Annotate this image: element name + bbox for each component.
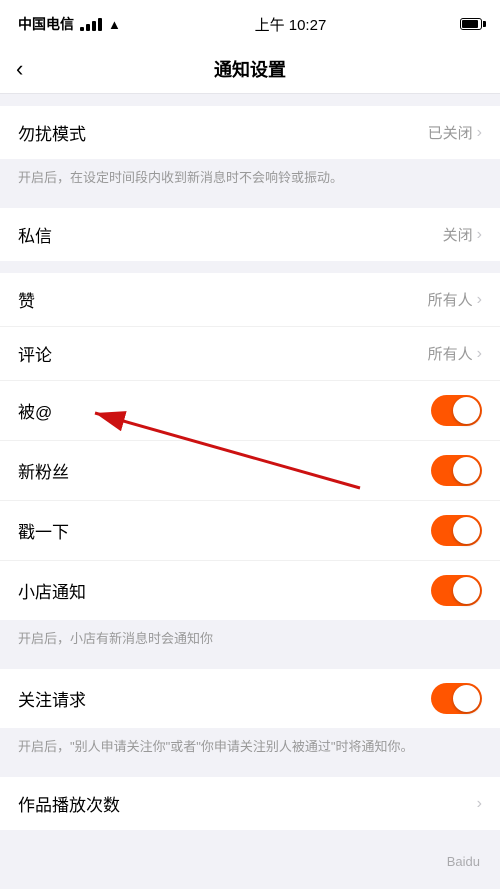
row-label-comment: 评论 [18, 341, 52, 366]
chevron-icon-donotdisturb: › [477, 124, 482, 142]
wifi-icon: ▲ [108, 17, 121, 32]
row-value-comment: 所有人 › [428, 343, 482, 364]
watermark: Baidu [447, 854, 480, 869]
section-playcount: 作品播放次数 › [0, 777, 500, 830]
row-label-dm: 私信 [18, 222, 52, 247]
row-value-playcount: › [477, 795, 482, 813]
toggle-mention[interactable] [431, 395, 482, 426]
toggle-thumb-shop [453, 577, 480, 604]
back-icon: ‹ [16, 56, 23, 82]
row-poke[interactable]: 戳一下 [0, 501, 500, 561]
battery-icon [460, 18, 482, 30]
toggle-thumb-poke [453, 517, 480, 544]
row-follow[interactable]: 关注请求 [0, 669, 500, 728]
toggle-thumb-newfans [453, 457, 480, 484]
row-playcount[interactable]: 作品播放次数 › [0, 777, 500, 830]
desc-follow: 开启后，"别人申请关注你"或者"你申请关注别人被通过"时将通知你。 [0, 728, 500, 765]
main-content: 勿扰模式 已关闭 › 开启后，在设定时间段内收到新消息时不会响铃或振动。 私信 … [0, 106, 500, 830]
row-dm[interactable]: 私信 关闭 › [0, 208, 500, 261]
row-label-donotdisturb: 勿扰模式 [18, 120, 86, 145]
row-label-like: 赞 [18, 287, 35, 312]
row-donotdisturb[interactable]: 勿扰模式 已关闭 › [0, 106, 500, 159]
chevron-icon-dm: › [477, 226, 482, 244]
row-label-newfans: 新粉丝 [18, 458, 69, 483]
row-comment[interactable]: 评论 所有人 › [0, 327, 500, 381]
back-button[interactable]: ‹ [16, 56, 23, 82]
row-mention[interactable]: 被@ [0, 381, 500, 441]
battery-area [460, 18, 482, 30]
toggle-newfans[interactable] [431, 455, 482, 486]
row-label-shop: 小店通知 [18, 578, 86, 603]
toggle-follow[interactable] [431, 683, 482, 714]
chevron-icon-playcount: › [477, 795, 482, 813]
desc-shop: 开启后，小店有新消息时会通知你 [0, 620, 500, 657]
page-title: 通知设置 [214, 56, 286, 82]
desc-donotdisturb: 开启后，在设定时间段内收到新消息时不会响铃或振动。 [0, 159, 500, 196]
row-label-playcount: 作品播放次数 [18, 791, 120, 816]
toggle-thumb-follow [453, 685, 480, 712]
section-interactions: 赞 所有人 › 评论 所有人 › 被@ 新粉丝 [0, 273, 500, 620]
carrier-info: 中国电信 ▲ [18, 14, 121, 34]
toggle-shop[interactable] [431, 575, 482, 606]
row-label-mention: 被@ [18, 398, 52, 423]
toggle-poke[interactable] [431, 515, 482, 546]
carrier-name: 中国电信 [18, 14, 74, 34]
row-label-follow: 关注请求 [18, 686, 86, 711]
row-newfans[interactable]: 新粉丝 [0, 441, 500, 501]
status-bar: 中国电信 ▲ 上午 10:27 [0, 0, 500, 44]
time-display: 上午 10:27 [255, 14, 327, 35]
toggle-thumb-mention [453, 397, 480, 424]
row-like[interactable]: 赞 所有人 › [0, 273, 500, 327]
section-donotdisturb: 勿扰模式 已关闭 › [0, 106, 500, 159]
section-follow: 关注请求 [0, 669, 500, 728]
chevron-icon-comment: › [477, 345, 482, 363]
row-label-poke: 戳一下 [18, 518, 69, 543]
signal-icon [80, 18, 102, 31]
chevron-icon-like: › [477, 291, 482, 309]
nav-bar: ‹ 通知设置 [0, 44, 500, 94]
section-dm: 私信 关闭 › [0, 208, 500, 261]
row-shop[interactable]: 小店通知 [0, 561, 500, 620]
row-value-dm: 关闭 › [443, 224, 482, 245]
row-value-like: 所有人 › [428, 289, 482, 310]
row-value-donotdisturb: 已关闭 › [428, 122, 482, 143]
